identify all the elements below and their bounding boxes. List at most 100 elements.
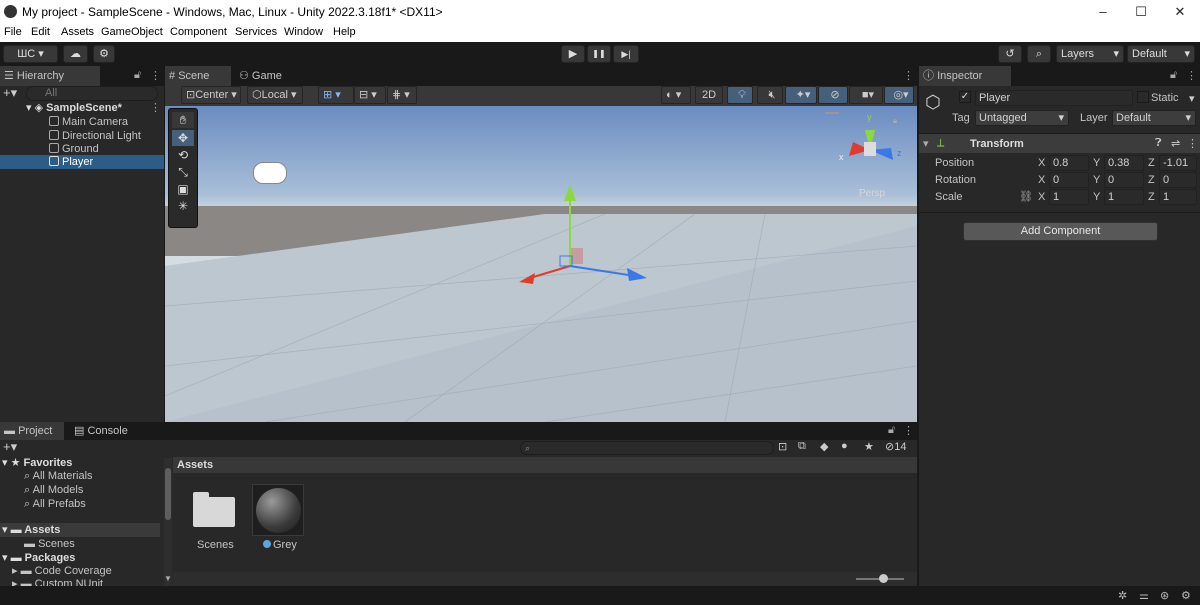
zoom-slider-thumb[interactable] bbox=[879, 574, 888, 583]
visibility-icon[interactable]: ⊘ bbox=[818, 86, 848, 104]
shading-mode-button[interactable]: ◐ ▾ bbox=[661, 86, 691, 104]
search-by-label-icon[interactable]: ⧉ bbox=[798, 440, 806, 453]
snap-grid-button[interactable]: ⊞ ▾ bbox=[318, 86, 354, 104]
scale-z-field[interactable]: 1 bbox=[1159, 189, 1197, 205]
transform-header[interactable]: ▾ ⟂ Transform ❓︎ ⇌ ⋮ bbox=[919, 133, 1200, 153]
tag-dropdown[interactable]: Untagged ▾ bbox=[975, 110, 1069, 126]
cache-icon[interactable]: ⊛ bbox=[1160, 589, 1169, 602]
package-custom-nunit[interactable]: ▸ ▬ Custom NUnit bbox=[0, 577, 164, 586]
minimize-button[interactable]: – bbox=[1088, 2, 1118, 22]
project-search-input[interactable]: ⌕ bbox=[520, 441, 774, 455]
warning-icon[interactable]: ● bbox=[841, 440, 848, 452]
lighting-icon[interactable]: 💡︎ bbox=[727, 86, 753, 104]
folder-scenes[interactable]: ▬ Scenes bbox=[0, 537, 164, 551]
pause-button[interactable]: ❚❚ bbox=[587, 45, 611, 63]
lock-icon[interactable]: 🔓︎ bbox=[1170, 69, 1177, 82]
active-checkbox[interactable]: ✓ bbox=[959, 91, 971, 103]
menu-gameobject[interactable]: GameObject bbox=[101, 26, 163, 38]
link-icon[interactable]: ⛓ bbox=[1019, 190, 1033, 203]
gizmos-icon[interactable]: ◎▾ bbox=[884, 86, 914, 104]
hierarchy-item-main-camera[interactable]: Main Camera bbox=[0, 115, 164, 129]
tree-scrollbar-thumb[interactable] bbox=[165, 468, 171, 520]
tree-scrollbar[interactable] bbox=[164, 458, 172, 586]
search-icon[interactable]: ⌕ bbox=[1027, 45, 1051, 63]
tab-project[interactable]: ▬ Project bbox=[0, 422, 64, 440]
menu-assets[interactable]: Assets bbox=[61, 26, 94, 38]
static-checkbox[interactable] bbox=[1137, 91, 1149, 103]
packages-folder[interactable]: ▾ ▬ Packages bbox=[0, 551, 164, 565]
tab-hierarchy[interactable]: ☰ Hierarchy bbox=[0, 66, 100, 86]
add-icon[interactable]: +▾ bbox=[3, 439, 17, 455]
add-component-button[interactable]: Add Component bbox=[963, 222, 1158, 241]
scale-tool-icon[interactable]: ⤡ bbox=[172, 164, 194, 180]
hierarchy-item-player[interactable]: Player bbox=[0, 155, 164, 169]
assets-folder[interactable]: ▾ ▬ Assets bbox=[0, 523, 160, 537]
package-code-coverage[interactable]: ▸ ▬ Code Coverage bbox=[0, 564, 164, 578]
scene-root[interactable]: ▾ ◈ SampleScene* bbox=[0, 101, 164, 115]
bug-icon[interactable]: ✲ bbox=[1118, 589, 1127, 602]
y-arrow-head[interactable] bbox=[564, 184, 576, 201]
settings-icon[interactable]: ⇌ bbox=[1171, 137, 1180, 150]
tab-scene[interactable]: # Scene bbox=[165, 66, 231, 86]
gear-icon[interactable]: ⚙ bbox=[93, 45, 115, 63]
layout-dropdown[interactable]: Default ▾ bbox=[1127, 45, 1195, 63]
gizmo-center-cube[interactable] bbox=[864, 142, 876, 156]
rotation-y-field[interactable]: 0 bbox=[1104, 172, 1144, 188]
menu-file[interactable]: File bbox=[4, 26, 22, 38]
position-x-field[interactable]: 0.8 bbox=[1049, 155, 1089, 171]
effects-icon[interactable]: ✦▾ bbox=[785, 86, 817, 104]
hierarchy-item-directional-light[interactable]: Directional Light bbox=[0, 129, 164, 143]
progress-icon[interactable]: ⚌ bbox=[1139, 589, 1149, 602]
search-by-type-icon[interactable]: ⊡ bbox=[778, 440, 787, 453]
step-button[interactable]: ▶| bbox=[613, 45, 639, 63]
more-icon[interactable]: ⋮ bbox=[903, 424, 914, 437]
orientation-gizmo[interactable]: y x z 🔒︎ bbox=[835, 112, 905, 182]
close-button[interactable]: ✕ bbox=[1165, 2, 1195, 22]
rotation-x-field[interactable]: 0 bbox=[1049, 172, 1089, 188]
rotate-tool-icon[interactable]: ⟲ bbox=[172, 147, 194, 163]
add-icon[interactable]: +▾ bbox=[3, 85, 17, 101]
tab-game[interactable]: ⚇ Game bbox=[235, 66, 295, 86]
tag-icon[interactable]: ◆ bbox=[820, 440, 828, 453]
cloud-icon[interactable]: ☁ bbox=[63, 45, 88, 63]
scroll-down-icon[interactable]: ▼ bbox=[164, 574, 172, 583]
maximize-button[interactable]: ☐ bbox=[1126, 2, 1156, 22]
rotation-z-field[interactable]: 0 bbox=[1159, 172, 1197, 188]
projection-label[interactable]: Persp bbox=[859, 188, 885, 199]
audio-icon[interactable]: 🔇︎ bbox=[757, 86, 783, 104]
more-icon[interactable]: ⋮ bbox=[1187, 137, 1198, 150]
history-icon[interactable]: ↺ bbox=[998, 45, 1022, 63]
increment-snap-button[interactable]: ⋕ ▾ bbox=[387, 86, 417, 104]
breadcrumb[interactable]: Assets bbox=[177, 459, 213, 471]
menu-component[interactable]: Component bbox=[170, 26, 227, 38]
favorite-all-models[interactable]: ⌕ All Models bbox=[0, 483, 164, 497]
lock-icon[interactable]: 🔓︎ bbox=[888, 424, 895, 437]
move-tool-icon[interactable]: ✥ bbox=[172, 130, 194, 146]
menu-edit[interactable]: Edit bbox=[31, 26, 50, 38]
scale-x-field[interactable]: 1 bbox=[1049, 189, 1089, 205]
space-dropdown[interactable]: ⬡Local ▾ bbox=[247, 86, 303, 104]
more-icon[interactable]: ⋮ bbox=[903, 69, 914, 82]
help-icon[interactable]: ❓︎ bbox=[1155, 137, 1162, 150]
plane-handle[interactable] bbox=[571, 248, 583, 264]
hidden-packages-button[interactable]: ⊘14 bbox=[885, 440, 906, 453]
drag-handle[interactable] bbox=[825, 112, 839, 114]
hierarchy-search-input[interactable]: All bbox=[26, 86, 158, 101]
notification-icon[interactable]: ⚙ bbox=[1181, 589, 1191, 602]
favorite-all-materials[interactable]: ⌕ All Materials bbox=[0, 469, 164, 483]
menu-services[interactable]: Services bbox=[235, 26, 277, 38]
view-tool-hand-icon[interactable]: ✋︎ bbox=[172, 112, 194, 128]
favorite-all-prefabs[interactable]: ⌕ All Prefabs bbox=[0, 497, 164, 511]
mode-2d-button[interactable]: 2D bbox=[695, 86, 723, 104]
camera-icon[interactable]: ■▾ bbox=[849, 86, 883, 104]
chevron-down-icon[interactable]: ▾ bbox=[1189, 92, 1195, 105]
asset-folder-scenes[interactable] bbox=[193, 492, 235, 530]
rect-tool-icon[interactable]: ▣ bbox=[172, 181, 194, 197]
camera-icon[interactable] bbox=[253, 162, 287, 184]
play-button[interactable]: ▶ bbox=[561, 45, 585, 63]
transform-tool-icon[interactable]: ✳ bbox=[172, 198, 194, 214]
menu-window[interactable]: Window bbox=[284, 26, 323, 38]
layer-dropdown[interactable]: Default ▾ bbox=[1112, 110, 1196, 126]
lock-icon[interactable]: 🔒︎ bbox=[893, 116, 897, 126]
menu-help[interactable]: Help bbox=[333, 26, 356, 38]
